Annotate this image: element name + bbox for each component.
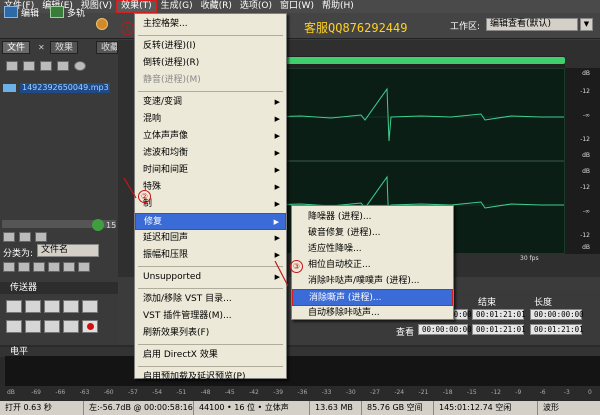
level-tick-label: -48 xyxy=(200,389,211,396)
level-tick-label: -21 xyxy=(418,389,429,396)
level-tick-label: -27 xyxy=(370,389,380,396)
level-tick-label: -66 xyxy=(55,389,66,396)
level-tick-label: -18 xyxy=(442,389,453,396)
level-tick-label: -54 xyxy=(152,389,163,396)
step-2-arrow xyxy=(123,177,137,199)
level-tick-label: -51 xyxy=(176,389,187,396)
level-tick-label: 0 xyxy=(588,389,592,396)
level-tick-label: -60 xyxy=(103,389,114,396)
level-tick-label: dB xyxy=(7,389,15,396)
level-tick-label: -45 xyxy=(224,389,235,396)
level-tick-label: -30 xyxy=(345,389,356,396)
step-3-arrow xyxy=(274,260,289,287)
level-tick-label: -39 xyxy=(273,389,284,396)
level-tick-label: -69 xyxy=(31,389,42,396)
level-tick-label: -15 xyxy=(466,389,477,396)
level-tick-label: -63 xyxy=(79,389,90,396)
level-tick-label: -12 xyxy=(491,389,501,396)
level-tick-label: -33 xyxy=(321,389,332,396)
level-tick-label: -3 xyxy=(563,389,570,396)
level-tick-label: -36 xyxy=(297,389,308,396)
level-tick-label: -42 xyxy=(249,389,259,396)
level-tick-label: -9 xyxy=(515,389,522,396)
annotation-arrows xyxy=(123,177,289,287)
level-tick-label: -57 xyxy=(128,389,138,396)
level-tick-label: -24 xyxy=(394,389,405,396)
level-tick-label: -6 xyxy=(539,389,546,396)
